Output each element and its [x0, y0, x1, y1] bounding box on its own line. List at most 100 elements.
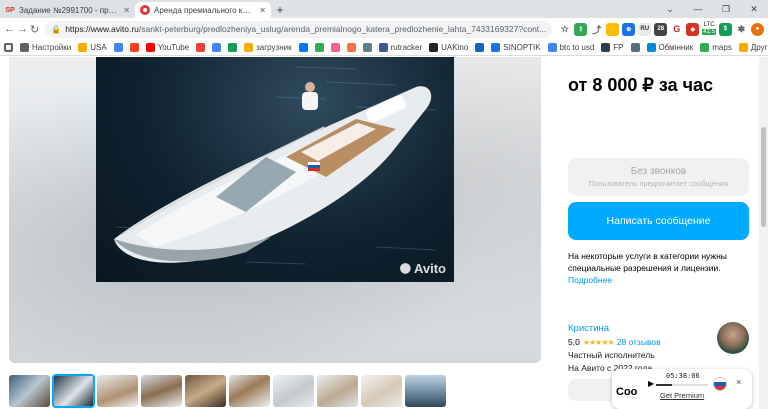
other-bookmarks[interactable]: Другие закладки: [738, 43, 768, 52]
tab-close-icon[interactable]: ✕: [123, 6, 130, 15]
thumbnail[interactable]: [9, 375, 50, 407]
bookmark-label: Обмінник: [658, 43, 694, 52]
bookmark-maps[interactable]: [314, 43, 324, 52]
bookmark-fp[interactable]: FP: [601, 43, 624, 52]
extension-icons: ☆ ⇪ ⤴ ⚡ ⊕ RU 28 G ◆ LTC41.5 $ ✱ ● ⋮: [558, 22, 768, 36]
extensions-puzzle-icon[interactable]: ✱: [734, 22, 748, 36]
puzzle-icon: [362, 43, 372, 52]
bookmark-настройки[interactable]: Настройки: [20, 43, 71, 52]
play-icon[interactable]: ▶: [648, 379, 654, 388]
main-boat-photo[interactable]: ⬤ Avito: [96, 57, 454, 282]
russia-flag-icon[interactable]: [713, 377, 727, 391]
tab-avito[interactable]: Аренда премиального катера, П ✕: [135, 2, 271, 18]
ltc-price-badge[interactable]: LTC 41.5: [702, 22, 716, 36]
bookmark-label: YouTube: [157, 43, 190, 52]
thumbnail[interactable]: [229, 375, 270, 407]
more-link[interactable]: Подробнее: [568, 274, 753, 286]
extension-icon[interactable]: ⊕: [622, 22, 636, 36]
g-extension-icon[interactable]: G: [670, 22, 684, 36]
thumbnail[interactable]: [317, 375, 358, 407]
bookmark-vk[interactable]: [298, 43, 308, 52]
get-premium-link[interactable]: Get Premium: [660, 391, 704, 400]
gmail-icon: [196, 43, 206, 52]
bookmark-drive[interactable]: [228, 43, 238, 52]
tab-task[interactable]: SP Задание №2991700 - просмотр з ✕: [0, 2, 135, 18]
tab-close-icon[interactable]: ✕: [259, 6, 266, 15]
scrollbar-thumb[interactable]: [761, 127, 766, 227]
bookmark-rutracker[interactable]: rutracker: [378, 43, 422, 52]
bookmark-puzzle[interactable]: [362, 43, 372, 52]
notice-text: На некоторые услуги в категории нужны сп…: [568, 251, 727, 273]
bookmark-eye[interactable]: [630, 43, 640, 52]
minimize-icon[interactable]: —: [684, 0, 712, 18]
bookmark-youtube[interactable]: YouTube: [145, 43, 190, 52]
thumbnail[interactable]: [97, 375, 138, 407]
google-icon: [212, 43, 222, 52]
thumbnail[interactable]: [405, 375, 446, 407]
yandex-icon: [129, 43, 139, 52]
extension-icon[interactable]: ⚡: [606, 22, 620, 36]
profile-icon[interactable]: ⌄: [656, 0, 684, 18]
close-window-icon[interactable]: ✕: [740, 0, 768, 18]
browser-toolbar: ← → ↻ 🔒 https://www.avito.ru/sankt-peter…: [0, 18, 768, 40]
bookmark-star-icon[interactable]: ☆: [558, 22, 572, 36]
bookmark-photo[interactable]: [346, 43, 356, 52]
bookmark-google[interactable]: [113, 43, 123, 52]
seller-avatar[interactable]: [717, 322, 749, 354]
bookmark-label: SINOPTIK: [503, 43, 541, 52]
russia-flag-icon[interactable]: RU: [638, 22, 652, 36]
reviews-link[interactable]: 28 отзывов: [617, 337, 661, 347]
forward-icon[interactable]: →: [17, 22, 28, 36]
apps-grid-icon[interactable]: ▦: [4, 43, 13, 52]
bookmark-label: maps: [712, 43, 732, 52]
folder-icon: [738, 43, 748, 52]
bookmark-usa[interactable]: USA: [78, 43, 107, 52]
extension-icon[interactable]: ⇪: [574, 22, 588, 36]
bookmark-bolt[interactable]: [475, 43, 485, 52]
extension-icon[interactable]: 28: [654, 22, 668, 36]
youtube-icon: [145, 43, 155, 52]
boat-illustration: [114, 66, 437, 265]
exchange-icon: [646, 43, 656, 52]
close-icon[interactable]: ×: [736, 377, 741, 387]
bookmark-yandex[interactable]: [129, 43, 139, 52]
bookmark-sinoptik[interactable]: SINOPTIK: [491, 43, 541, 52]
extension-icon[interactable]: ◆: [686, 22, 700, 36]
thumbnail[interactable]: [141, 375, 182, 407]
url-text: https://www.avito.ru/sankt-peterburg/pre…: [65, 24, 547, 34]
maximize-icon[interactable]: ❐: [712, 0, 740, 18]
bookmark-maps[interactable]: maps: [700, 43, 732, 52]
premium-widget[interactable]: Соо 05:38:06 ▶ Get Premium ×: [612, 369, 752, 409]
bookmark-google[interactable]: [212, 43, 222, 52]
no-calls-button[interactable]: Без звонков Пользователь предпочитает со…: [568, 158, 749, 196]
bookmark-f[interactable]: [330, 43, 340, 52]
bookmark-gmail[interactable]: [196, 43, 206, 52]
new-tab-button[interactable]: +: [271, 2, 289, 18]
lock-icon: 🔒: [51, 24, 62, 34]
avito-favicon-icon: [140, 5, 150, 15]
message-label-partial: Соо: [616, 386, 638, 398]
page-scrollbar[interactable]: [759, 57, 768, 409]
reload-icon[interactable]: ↻: [30, 22, 39, 36]
extension-icon[interactable]: $: [718, 22, 732, 36]
license-notice: На некоторые услуги в категории нужны сп…: [568, 250, 753, 286]
back-icon[interactable]: ←: [4, 22, 15, 36]
bookmark-btc-to-usd[interactable]: btc to usd: [547, 43, 594, 52]
thumbnail[interactable]: [52, 374, 95, 408]
write-message-button[interactable]: Написать сообщение: [568, 202, 749, 240]
thumbnail[interactable]: [361, 375, 402, 407]
timer: 05:38:06: [666, 372, 700, 380]
profile-avatar-icon[interactable]: ●: [750, 22, 764, 36]
share-icon[interactable]: ⤴: [590, 22, 604, 36]
thumbnail[interactable]: [185, 375, 226, 407]
bookmark-uakino[interactable]: UAKino: [429, 43, 468, 52]
bookmark-загрузник[interactable]: загрузник: [244, 43, 292, 52]
bookmark-обмінник[interactable]: Обмінник: [646, 43, 694, 52]
address-bar[interactable]: 🔒 https://www.avito.ru/sankt-peterburg/p…: [45, 20, 553, 38]
price: от 8 000 ₽ за час: [568, 75, 714, 95]
no-calls-sub: Пользователь предпочитает сообщения: [588, 179, 729, 188]
eye-icon: [630, 43, 640, 52]
thumbnail[interactable]: [273, 375, 314, 407]
tab-strip: SP Задание №2991700 - просмотр з ✕ Аренд…: [0, 0, 768, 18]
photo-gallery[interactable]: ⬤ Avito: [9, 57, 541, 363]
